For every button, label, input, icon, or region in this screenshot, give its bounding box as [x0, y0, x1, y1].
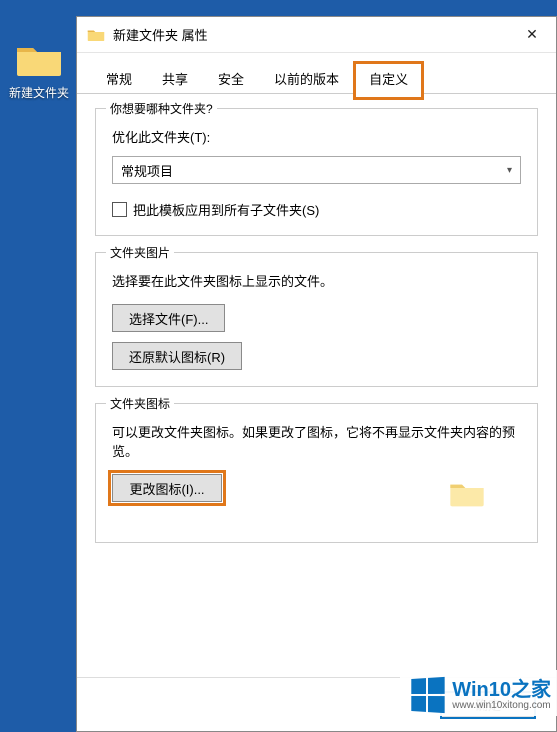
chevron-down-icon: ▾: [507, 165, 512, 176]
group-optimize-title: 你想要哪种文件夹?: [106, 100, 217, 117]
group-icon: 文件夹图标 可以更改文件夹图标。如果更改了图标，它将不再显示文件夹内容的预览。 …: [95, 403, 538, 543]
tab-strip: 常规 共享 安全 以前的版本 自定义: [77, 53, 556, 94]
close-button[interactable]: ✕: [508, 17, 556, 52]
choose-file-button[interactable]: 选择文件(F)...: [112, 304, 225, 332]
apply-subfolders-label: 把此模板应用到所有子文件夹(S): [133, 200, 319, 219]
titlebar: 新建文件夹 属性 ✕: [77, 17, 556, 53]
properties-dialog: 新建文件夹 属性 ✕ 常规 共享 安全 以前的版本 自定义 你想要哪种文件夹? …: [76, 16, 557, 732]
folder-icon: [15, 42, 63, 78]
group-picture-title: 文件夹图片: [106, 244, 174, 261]
desktop-folder-label: 新建文件夹: [9, 86, 69, 100]
optimize-select[interactable]: 常规项目 ▾: [112, 156, 521, 184]
apply-subfolders-row[interactable]: 把此模板应用到所有子文件夹(S): [112, 200, 521, 219]
desktop-folder[interactable]: 新建文件夹: [8, 42, 70, 101]
dialog-title: 新建文件夹 属性: [113, 25, 208, 44]
watermark-url: www.win10xitong.com: [452, 700, 551, 711]
watermark: Win10之家 www.win10xitong.com: [400, 670, 557, 716]
group-optimize: 你想要哪种文件夹? 优化此文件夹(T): 常规项目 ▾ 把此模板应用到所有子文件…: [95, 108, 538, 236]
watermark-brand: Win10之家: [452, 680, 551, 700]
optimize-selected-value: 常规项目: [121, 161, 173, 180]
restore-default-button[interactable]: 还原默认图标(R): [112, 342, 242, 370]
windows-logo-icon: [412, 677, 445, 713]
tab-general[interactable]: 常规: [91, 62, 147, 94]
tab-content: 你想要哪种文件夹? 优化此文件夹(T): 常规项目 ▾ 把此模板应用到所有子文件…: [77, 94, 556, 677]
apply-subfolders-checkbox[interactable]: [112, 202, 127, 217]
icon-desc: 可以更改文件夹图标。如果更改了图标，它将不再显示文件夹内容的预览。: [112, 422, 521, 460]
close-icon: ✕: [526, 26, 538, 43]
folder-preview-icon: [447, 474, 487, 512]
group-picture: 文件夹图片 选择要在此文件夹图标上显示的文件。 选择文件(F)... 还原默认图…: [95, 252, 538, 387]
tab-previous-versions[interactable]: 以前的版本: [259, 62, 354, 94]
folder-icon: [87, 27, 105, 43]
change-icon-button[interactable]: 更改图标(I)...: [112, 474, 222, 502]
picture-desc: 选择要在此文件夹图标上显示的文件。: [112, 271, 521, 290]
tab-sharing[interactable]: 共享: [147, 62, 203, 94]
group-icon-title: 文件夹图标: [106, 395, 174, 412]
tab-security[interactable]: 安全: [203, 62, 259, 94]
tab-customize[interactable]: 自定义: [354, 62, 423, 94]
optimize-label: 优化此文件夹(T):: [112, 127, 521, 146]
